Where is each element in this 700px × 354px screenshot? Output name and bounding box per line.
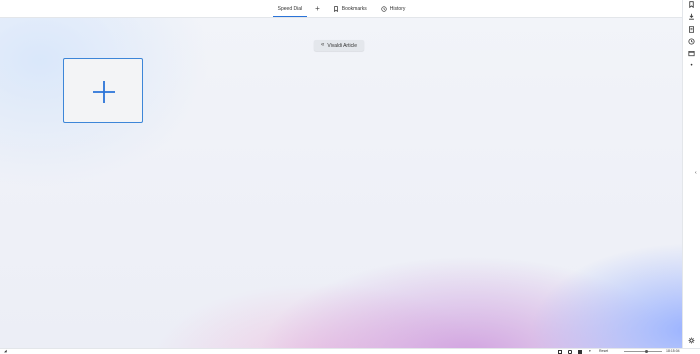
- zoom-reset-button[interactable]: Reset: [599, 349, 608, 354]
- panel-bookmarks-button[interactable]: [688, 1, 695, 8]
- page-actions-menu-icon[interactable]: ▾: [589, 349, 591, 354]
- images-icon[interactable]: [578, 349, 582, 354]
- start-page: Speed Dial + Bookmarks History « Vivaldi…: [0, 0, 700, 354]
- vivaldi-article-label: Vivaldi Article: [327, 42, 357, 49]
- gear-icon: [688, 337, 695, 344]
- panel-more-button[interactable]: •: [688, 63, 695, 70]
- tab-history-label: History: [389, 5, 406, 12]
- chevrons-left-icon: «: [321, 42, 325, 48]
- history-icon: [381, 5, 387, 12]
- vivaldi-article-button[interactable]: « Vivaldi Article: [314, 40, 364, 51]
- zoom-slider-handle[interactable]: [645, 350, 648, 353]
- notes-icon: [689, 26, 694, 33]
- panel-toggle-icon[interactable]: ◢: [4, 349, 7, 354]
- panel-downloads-button[interactable]: [688, 13, 695, 20]
- tiling-icon[interactable]: [568, 349, 572, 354]
- zoom-slider[interactable]: [624, 351, 662, 352]
- side-panel-bar: •: [682, 0, 700, 349]
- panel-window-button[interactable]: [688, 50, 695, 57]
- add-speed-dial-group-button[interactable]: +: [309, 0, 326, 17]
- panel-notes-button[interactable]: [688, 26, 695, 33]
- page-actions-icon[interactable]: [558, 349, 562, 354]
- download-icon: [689, 13, 694, 20]
- clock: 18:15:04: [666, 349, 680, 353]
- tab-bookmarks-label: Bookmarks: [341, 5, 367, 12]
- tab-speed-dial-label: Speed Dial: [277, 5, 303, 12]
- tab-speed-dial[interactable]: Speed Dial: [271, 0, 309, 17]
- window-icon: [688, 51, 695, 57]
- add-speed-dial-tile[interactable]: [63, 58, 143, 123]
- bookmark-icon: [333, 5, 339, 12]
- plus-icon: [93, 81, 115, 103]
- panel-toggle-arrow-icon[interactable]: ‹: [695, 171, 697, 176]
- tab-bookmarks[interactable]: Bookmarks: [326, 0, 374, 17]
- panel-history-button[interactable]: [688, 38, 695, 45]
- status-bar: ◢ ▾ Reset 18:15:04: [0, 348, 700, 354]
- tab-history[interactable]: History: [374, 0, 413, 17]
- start-page-tab-bar: Speed Dial + Bookmarks History: [0, 0, 683, 18]
- panel-settings-button[interactable]: [688, 337, 695, 344]
- history-icon: [688, 38, 695, 45]
- bookmark-icon: [689, 1, 694, 8]
